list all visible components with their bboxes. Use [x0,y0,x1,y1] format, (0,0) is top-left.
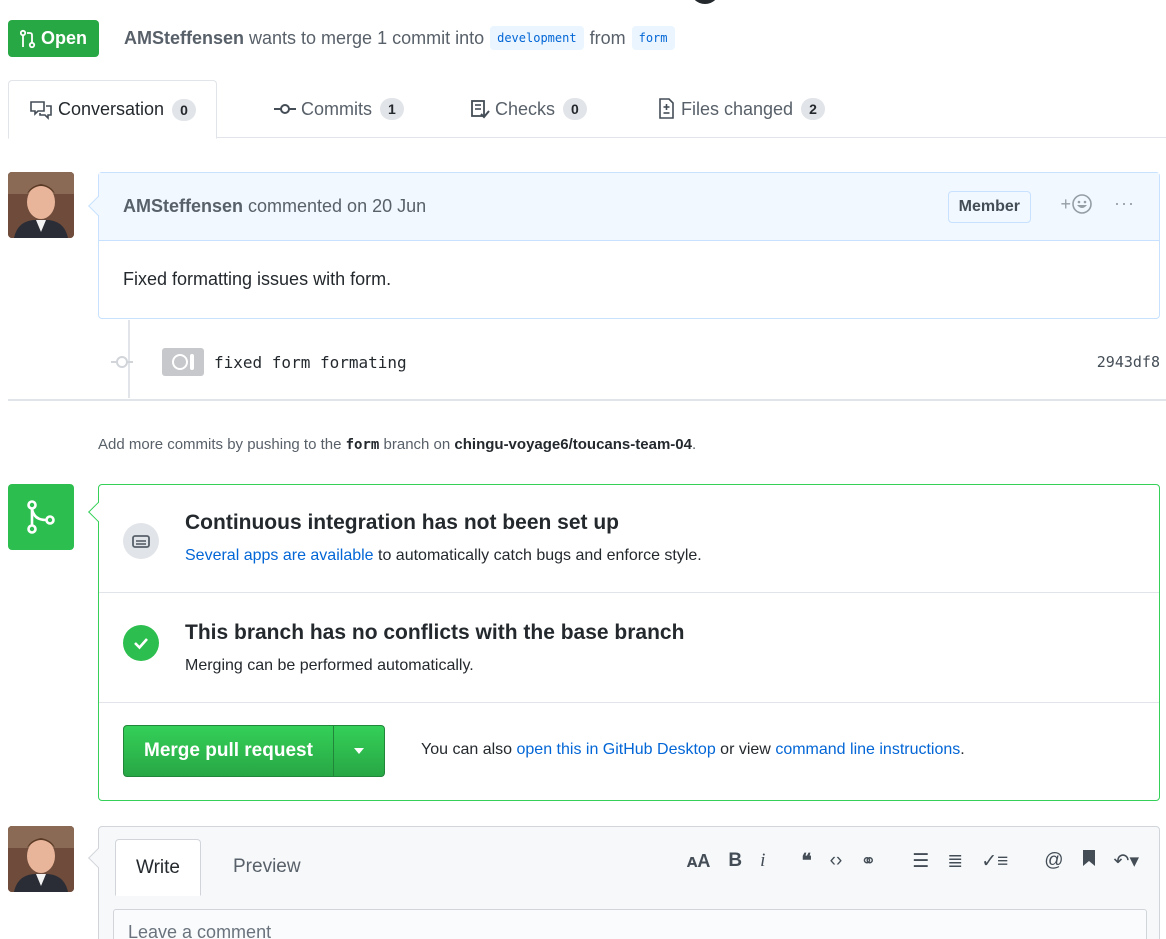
github-avatar-icon [162,348,204,376]
user-photo-icon [8,826,74,892]
ci-apps-link[interactable]: Several apps are available [185,547,374,564]
add-reaction-button[interactable]: + [1060,193,1093,215]
ci-title: Continuous integration has not been set … [185,511,619,534]
push-note-mid: branch on [383,436,451,453]
pr-state-badge: Open [8,20,100,57]
merge-options-dropdown[interactable] [334,726,384,776]
pr-meta: AMSteffensen wants to merge 1 commit int… [124,22,681,54]
push-note-repo: chingu-voyage6/toucans-team-04 [454,436,692,453]
tab-conversation-label: Conversation [58,99,165,119]
merge-box: Continuous integration has not been set … [88,484,1160,801]
tab-commits[interactable]: Commits 1 [274,80,404,138]
form-pointer [88,848,108,868]
push-note-prefix: Add more commits by pushing to the [98,436,342,453]
task-list-icon[interactable]: ✓≡ [981,850,1008,873]
link-icon[interactable]: ⚭ [860,850,876,873]
head-branch-label[interactable]: form [631,26,675,50]
code-icon[interactable]: ‹› [830,850,843,872]
merge-button-group: Merge pull request [123,725,385,777]
push-note: Add more commits by pushing to the form … [98,436,696,453]
tab-commits-label: Commits [301,98,372,119]
tab-conversation-count: 0 [172,98,196,121]
merge-alt-prefix: You can also [421,741,513,758]
comment-box: AMSteffensen commented on 20 Jun Member … [88,172,1160,319]
pr-tabs: Conversation 0 Commits 1 Checks 0 Files … [8,80,1166,139]
merge-alt-mid: or view [720,741,771,758]
avatar[interactable] [8,826,74,892]
commit-message-link[interactable]: fixed form formating [214,353,407,372]
avatar[interactable] [8,172,74,238]
tab-checks-count: 0 [563,98,587,120]
tab-write[interactable]: Write [115,839,201,896]
smiley-icon [1072,194,1092,214]
commit-icon [274,104,296,114]
italic-icon[interactable]: i [760,850,765,872]
comment-author-link[interactable]: AMSteffensen [123,196,243,217]
pr-author-link[interactable]: AMSteffensen [124,28,244,49]
tab-files-changed-label: Files changed [681,98,794,119]
mention-icon[interactable]: @ [1044,850,1063,872]
file-diff-icon [659,98,674,119]
tab-files-changed[interactable]: Files changed 2 [656,80,825,138]
merge-alt-suffix: . [960,741,965,758]
conflict-subtitle: Merging can be performed automatically. [185,657,474,674]
member-badge: Member [947,191,1031,223]
reply-icon[interactable]: ↶▾ [1114,850,1139,873]
tab-checks-label: Checks [495,98,556,119]
pr-from-text: from [589,27,626,48]
commit-dot-icon [111,356,133,368]
reaction-plus: + [1060,193,1071,214]
markdown-toolbar: ᴀA B i ❝ ‹› ⚭ ☰ ≣ ✓≡ @ ↶▾ [669,849,1139,873]
ci-subtitle: Several apps are available to automatica… [185,547,702,565]
commit-sha-link[interactable]: 2943df8 [1097,353,1160,371]
pr-merge-text: wants to merge 1 commit into [249,27,485,48]
tab-commits-count: 1 [380,98,404,120]
tab-conversation[interactable]: Conversation 0 [8,80,217,139]
merge-pull-request-button[interactable]: Merge pull request [124,726,334,776]
caret-down-icon [353,748,364,754]
pr-state-label: Open [41,28,88,48]
command-line-link[interactable]: command line instructions [775,741,960,758]
checklist-icon [471,100,490,119]
page-title-fragment [690,0,734,6]
conflict-section: This branch has no conflicts with the ba… [99,593,1159,703]
tab-checks[interactable]: Checks 0 [470,80,587,138]
ci-subtitle-rest: to automatically catch bugs and enforce … [378,547,702,564]
tab-files-changed-count: 2 [801,98,825,120]
new-comment-form: Write Preview ᴀA B i ❝ ‹› ⚭ ☰ ≣ ✓≡ @ ↶▾ … [88,826,1160,939]
quote-icon[interactable]: ❝ [801,850,811,873]
comment-more-button[interactable]: ··· [1114,193,1135,214]
push-note-branch: form [345,437,380,453]
base-branch-label[interactable]: development [490,26,584,50]
commit-item: fixed form formating 2943df8 [111,340,1166,384]
pull-request-icon [20,29,36,48]
timeline-divider [8,399,1166,401]
user-photo-icon [8,172,74,238]
merge-icon [8,484,74,550]
bookmark-icon[interactable] [1082,849,1096,873]
open-desktop-link[interactable]: open this in GitHub Desktop [517,741,716,758]
comment-textarea[interactable]: Leave a comment [113,909,1147,939]
tab-preview[interactable]: Preview [213,839,321,895]
comment-body: Fixed formatting issues with form. [123,269,392,289]
merge-alternatives: You can also open this in GitHub Desktop… [421,741,965,759]
ci-icon [123,523,159,559]
conflict-title: This branch has no conflicts with the ba… [185,621,685,644]
comment-timestamp[interactable]: commented on 20 Jun [248,196,426,217]
ci-section: Continuous integration has not been set … [99,485,1159,593]
text-size-icon[interactable]: ᴀA [687,851,711,872]
bold-icon[interactable]: B [728,850,742,872]
check-circle-icon [123,625,159,661]
unordered-list-icon[interactable]: ☰ [912,850,929,873]
ordered-list-icon[interactable]: ≣ [947,850,963,873]
conversation-icon [30,100,52,120]
push-note-suffix: . [691,436,697,453]
